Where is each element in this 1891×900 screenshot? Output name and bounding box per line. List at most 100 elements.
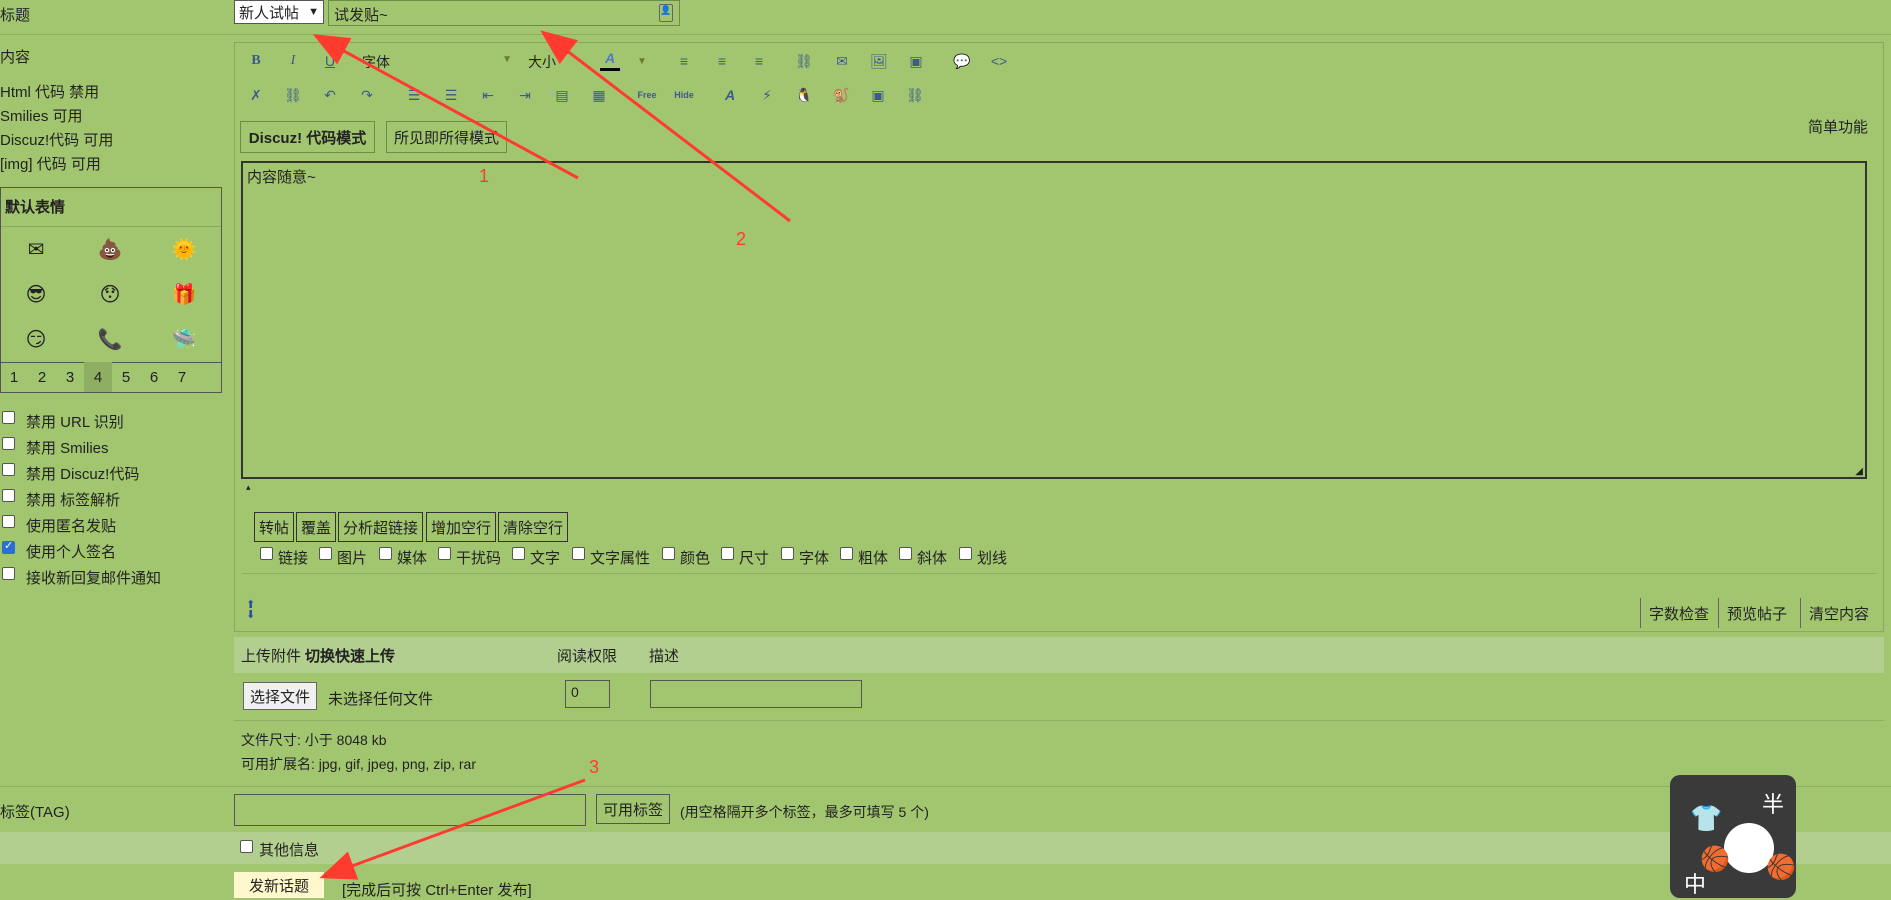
- outdent-icon[interactable]: ⇤: [478, 85, 498, 105]
- filter-color-label: 颜色: [680, 550, 711, 567]
- filter-noise-checkbox[interactable]: [438, 547, 451, 560]
- smilies-page-3[interactable]: 3: [56, 362, 84, 392]
- tab-wysiwyg[interactable]: 所见即所得模式: [386, 121, 507, 153]
- filter-strike-checkbox[interactable]: [959, 547, 972, 560]
- btn-parse-links[interactable]: 分析超链接: [338, 512, 424, 542]
- mail-icon[interactable]: ✉: [23, 236, 49, 262]
- option-signature-checkbox[interactable]: [2, 539, 15, 554]
- available-tags-button[interactable]: 可用标签: [596, 794, 671, 824]
- btn-overwrite[interactable]: 覆盖: [296, 512, 337, 542]
- title-type-select[interactable]: 新人试帖 ▼: [234, 0, 324, 24]
- option-anonymous-checkbox[interactable]: [2, 515, 15, 528]
- size-select[interactable]: 大小: [528, 52, 588, 72]
- align-center-icon[interactable]: ≡: [712, 51, 732, 71]
- filter-font-checkbox[interactable]: [781, 547, 794, 560]
- filter-text-label: 文字: [530, 550, 561, 567]
- expand-editor-icon[interactable]: ⬆ ⬇: [246, 600, 255, 621]
- filter-image-checkbox[interactable]: [319, 547, 332, 560]
- italic-icon[interactable]: I: [283, 51, 303, 71]
- option-disable-tags-checkbox[interactable]: [2, 489, 15, 502]
- hide-icon[interactable]: Hide: [674, 85, 694, 105]
- undo-icon[interactable]: ↶: [320, 85, 340, 105]
- bold-icon[interactable]: B: [246, 51, 266, 71]
- link-icon[interactable]: ⛓: [794, 51, 814, 71]
- editor-resize-icon[interactable]: ▴: [246, 482, 251, 493]
- code-icon[interactable]: <>: [989, 51, 1009, 71]
- description-input[interactable]: [650, 680, 862, 708]
- option-disable-url-checkbox[interactable]: [2, 411, 15, 424]
- poop-icon[interactable]: 💩: [97, 236, 123, 262]
- table-icon[interactable]: ▤: [552, 85, 572, 105]
- filter-text-attr-checkbox[interactable]: [572, 547, 585, 560]
- font-color-icon[interactable]: A: [600, 48, 620, 71]
- align-left-icon[interactable]: ≡: [674, 51, 694, 71]
- gift-icon[interactable]: 🎁: [171, 281, 197, 307]
- align-right-icon[interactable]: ≡: [749, 51, 769, 71]
- option-disable-discuz-checkbox[interactable]: [2, 463, 15, 476]
- simple-mode-link[interactable]: 简单功能: [1808, 116, 1868, 137]
- quick-upload-link[interactable]: 切换快速上传: [305, 645, 395, 666]
- smilies-page-4[interactable]: 4: [84, 362, 112, 392]
- btn-add-blank-lines[interactable]: 增加空行: [426, 512, 497, 542]
- sly-face-icon[interactable]: 😏: [23, 326, 49, 352]
- email-icon[interactable]: ✉: [832, 51, 852, 71]
- smilies-page-6[interactable]: 6: [140, 362, 168, 392]
- title-input[interactable]: 试发贴~ 👤: [328, 0, 680, 26]
- other-info-checkbox[interactable]: [240, 840, 253, 853]
- unlink-icon[interactable]: ⛓: [283, 85, 303, 105]
- filter-size-checkbox[interactable]: [721, 547, 734, 560]
- filter-bold-checkbox[interactable]: [840, 547, 853, 560]
- indent-icon[interactable]: ⇥: [515, 85, 535, 105]
- qq-icon[interactable]: 🐧: [794, 85, 814, 105]
- filter-color-checkbox[interactable]: [662, 547, 675, 560]
- no-file-text: 未选择任何文件: [328, 691, 434, 708]
- smilies-page-1[interactable]: 1: [0, 362, 28, 392]
- smilies-page-5[interactable]: 5: [112, 362, 140, 392]
- flash-icon[interactable]: ⚡: [757, 85, 777, 105]
- mascot-widget[interactable]: 👕 半 中 🏀 🏀: [1670, 775, 1796, 898]
- btn-preview[interactable]: 预览帖子: [1718, 598, 1787, 628]
- media-icon[interactable]: ▣: [906, 51, 926, 71]
- resize-handle-icon[interactable]: ◢: [1855, 466, 1863, 477]
- filter-italic-checkbox[interactable]: [899, 547, 912, 560]
- option-email-notify-checkbox[interactable]: [2, 567, 15, 580]
- unordered-list-icon[interactable]: ☰: [441, 85, 461, 105]
- phone-icon[interactable]: 📞: [97, 326, 123, 352]
- choose-file-button[interactable]: 选择文件: [243, 682, 318, 710]
- tag-input[interactable]: [234, 794, 586, 826]
- filter-text-checkbox[interactable]: [512, 547, 525, 560]
- video-icon[interactable]: ▣: [868, 85, 888, 105]
- font-dropdown-icon: ▼: [502, 54, 512, 65]
- btn-repost[interactable]: 转帖: [254, 512, 295, 542]
- free-icon[interactable]: Free: [637, 85, 657, 105]
- redo-icon[interactable]: ↷: [357, 85, 377, 105]
- filter-link-checkbox[interactable]: [260, 547, 273, 560]
- image-icon[interactable]: 🖼: [869, 51, 889, 71]
- attach-link-icon[interactable]: ⛓: [905, 85, 925, 105]
- btn-clear-content[interactable]: 清空内容: [1800, 598, 1869, 628]
- color-dropdown-icon[interactable]: ▼: [632, 51, 652, 71]
- chevron-down-icon: ▼: [308, 6, 319, 18]
- btn-clear-blank-lines[interactable]: 清除空行: [498, 512, 569, 542]
- font-style-icon[interactable]: A: [720, 85, 740, 105]
- ufo-icon[interactable]: 🛸: [171, 326, 197, 352]
- read-perm-input[interactable]: 0: [565, 680, 610, 708]
- character-icon[interactable]: 🐒: [831, 85, 851, 105]
- cool-face-icon[interactable]: 😎: [23, 281, 49, 307]
- btn-word-count[interactable]: 字数检查: [1640, 598, 1709, 628]
- tab-discuz-code[interactable]: Discuz! 代码模式: [240, 121, 375, 153]
- sun-icon[interactable]: 🌞: [171, 236, 197, 262]
- filter-media-checkbox[interactable]: [379, 547, 392, 560]
- ordered-list-icon[interactable]: ☰: [404, 85, 424, 105]
- shocked-face-icon[interactable]: 😯: [97, 281, 123, 307]
- submit-new-topic-button[interactable]: 发新话题: [234, 872, 324, 898]
- underline-icon[interactable]: U: [320, 51, 340, 71]
- font-select[interactable]: 字体 ▼: [362, 52, 512, 72]
- option-disable-smilies-checkbox[interactable]: [2, 437, 15, 450]
- remove-format-icon[interactable]: ✗: [246, 85, 266, 105]
- insert-row-icon[interactable]: ▦: [589, 85, 609, 105]
- quote-icon[interactable]: 💬: [952, 51, 972, 71]
- smilies-page-2[interactable]: 2: [28, 362, 56, 392]
- smilies-page-7[interactable]: 7: [168, 362, 196, 392]
- content-textarea[interactable]: 内容随意~ ◢: [241, 161, 1867, 479]
